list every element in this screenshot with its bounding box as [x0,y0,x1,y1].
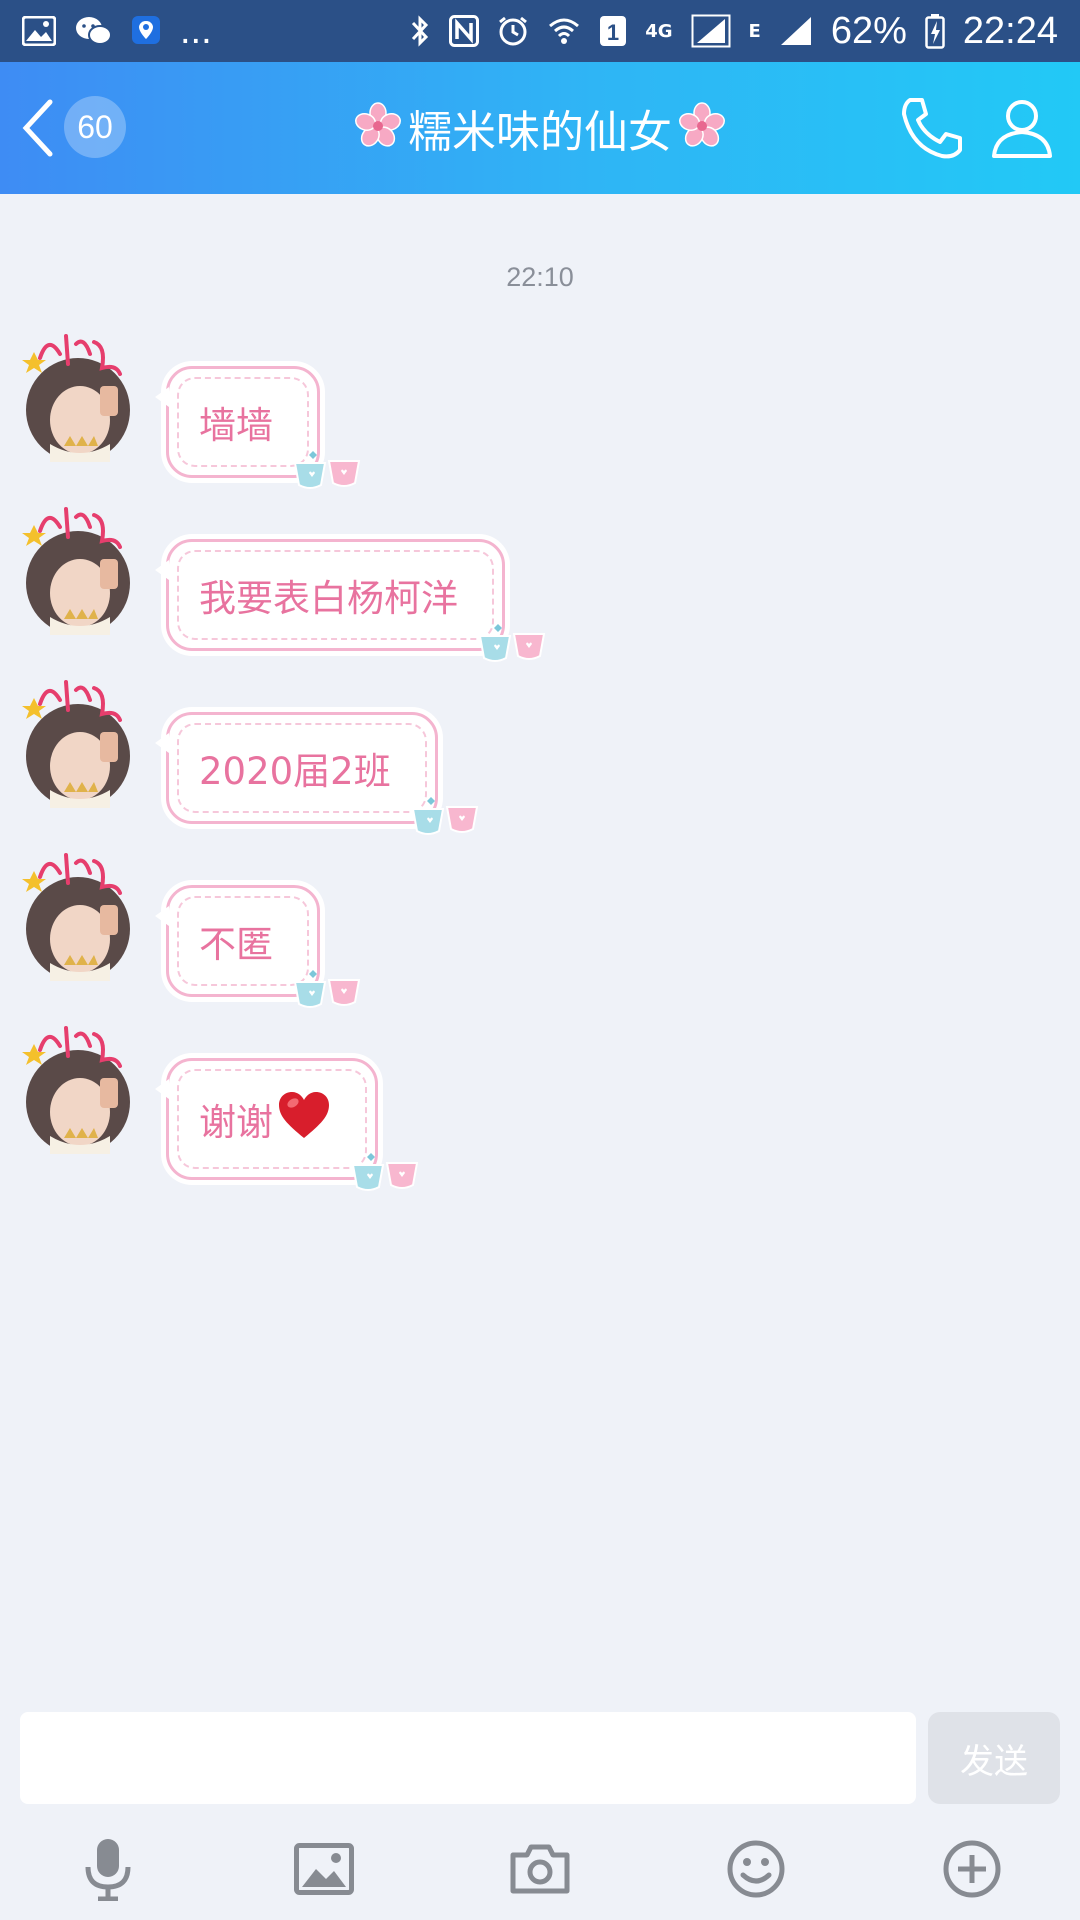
message-input[interactable] [20,1712,916,1804]
message-text: 墙墙 [199,404,273,447]
camera-button[interactable] [508,1837,572,1901]
avatar[interactable] [20,324,140,464]
page-title: 糯米味的仙女 [408,107,672,158]
heart-emoji [277,1090,331,1149]
nfc-icon [449,15,480,47]
network-4g-label: 4G [645,20,673,42]
profile-button[interactable] [986,92,1058,164]
svg-text:1: 1 [607,20,619,45]
signal-icon [691,14,731,48]
plus-icon [943,1840,1001,1898]
microphone-icon [85,1839,131,1901]
phone-icon [902,98,962,159]
bluetooth-icon [409,14,431,48]
back-icon [22,99,53,157]
message-text: 不匿 [199,923,273,966]
cups-decoration-icon [285,449,375,491]
wifi-icon [547,15,581,47]
status-time: 22:24 [962,9,1058,52]
image-icon [22,16,56,46]
message-text: 谢谢 [199,1101,273,1144]
alarm-icon [497,15,529,47]
message-bubble[interactable]: 2020届2班 [155,712,478,835]
status-left-icons: ... [22,10,212,53]
cups-decoration-icon [403,795,493,837]
status-bar: ... 1 4G E 62% 22:24 [0,0,1080,62]
signal-bars-icon [779,15,813,47]
chat-header: 60 糯米味的仙女 [0,62,1080,194]
battery-percent: 62% [830,9,907,52]
avatar[interactable] [20,497,140,637]
chat-timestamp: 22:10 [506,262,574,292]
emoji-button[interactable] [724,1837,788,1901]
more-button[interactable] [940,1837,1004,1901]
location-icon [130,14,162,48]
back-button[interactable] [18,96,58,160]
cups-decoration-icon [285,968,375,1010]
message-bubble[interactable]: 谢谢 [155,1058,419,1191]
cherry-blossom-icon [354,102,402,154]
message-row: 我要表白杨柯洋 [0,507,1080,675]
profile-icon [992,100,1052,158]
voice-button[interactable] [76,1837,140,1901]
status-overflow: ... [180,9,212,52]
input-toolbar [0,1826,1080,1912]
cups-decoration-icon [470,622,560,664]
avatar[interactable] [20,1016,140,1156]
emoji-icon [727,1840,785,1898]
sim-slot-icon: 1 [599,15,627,47]
message-text: 2020届2班 [199,750,391,793]
message-bubble[interactable]: 不匿 [155,885,361,1008]
input-row: 发送 [20,1712,1060,1804]
camera-icon [510,1844,570,1894]
message-bubble[interactable]: 我要表白杨柯洋 [155,539,546,662]
photo-button[interactable] [292,1837,356,1901]
status-right-icons: 1 4G E 62% 22:24 [409,10,1058,53]
message-row: 2020届2班 [0,680,1080,848]
photo-icon [294,1843,354,1895]
call-button[interactable] [896,92,968,164]
cherry-blossom-icon [678,102,726,154]
network-e-label: E [748,20,761,42]
send-button[interactable]: 发送 [928,1712,1060,1804]
message-row: 谢谢 [0,1026,1080,1194]
unread-count-badge[interactable]: 60 [64,96,126,158]
message-row: 不匿 [0,853,1080,1021]
message-text: 我要表白杨柯洋 [199,577,458,620]
message-bubble[interactable]: 墙墙 [155,366,361,489]
battery-icon [925,13,945,49]
avatar[interactable] [20,670,140,810]
avatar[interactable] [20,843,140,983]
cups-decoration-icon [343,1151,433,1193]
wechat-icon [74,15,112,47]
message-row: 墙墙 [0,334,1080,502]
